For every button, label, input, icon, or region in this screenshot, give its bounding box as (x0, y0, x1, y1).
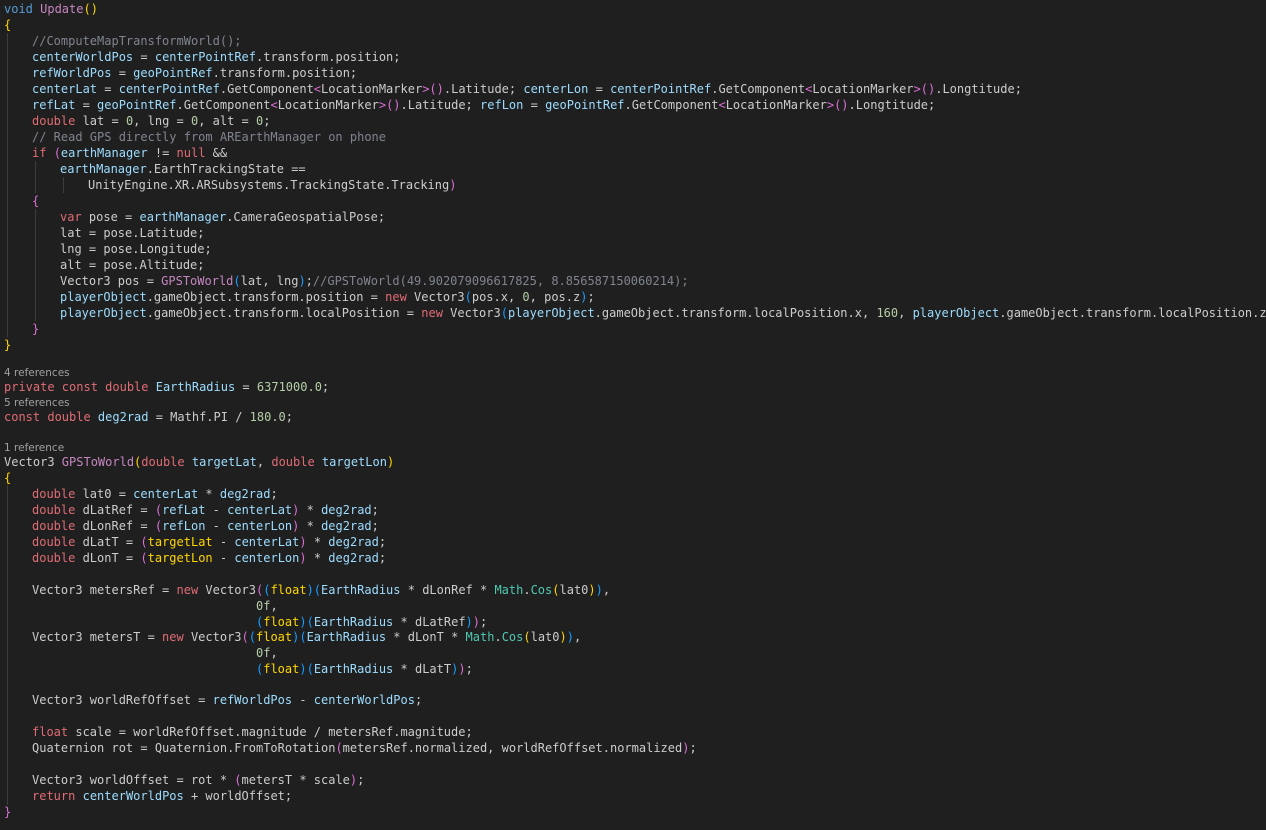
code-lens-references[interactable]: 1 reference (4, 442, 64, 454)
code-line[interactable]: double lat = 0, lng = 0, alt = 0; (4, 113, 270, 129)
code-line[interactable]: (float)(EarthRadius * dLatRef)); (4, 614, 487, 630)
code-line[interactable]: Vector3 metersT = new Vector3((float)(Ea… (4, 629, 581, 645)
code-line[interactable]: double dLatRef = (refLat - centerLat) * … (4, 502, 379, 518)
code-line[interactable]: playerObject.gameObject.transform.positi… (4, 289, 595, 305)
code-line[interactable]: centerLat = centerPointRef.GetComponent<… (4, 81, 1022, 97)
code-lens-references[interactable]: 5 references (4, 397, 70, 409)
code-line[interactable]: void Update() (4, 1, 98, 17)
code-line[interactable]: { (4, 193, 39, 209)
code-line[interactable]: earthManager.EarthTrackingState == (4, 161, 306, 177)
code-line[interactable]: { (4, 470, 11, 486)
code-line[interactable]: } (4, 337, 11, 353)
code-line[interactable]: playerObject.gameObject.transform.localP… (4, 305, 1266, 321)
code-line[interactable]: double dLonRef = (refLon - centerLon) * … (4, 518, 379, 534)
code-line[interactable]: lat = pose.Latitude; (4, 225, 205, 241)
code-line[interactable]: const double deg2rad = Mathf.PI / 180.0; (4, 409, 293, 425)
code-line[interactable]: (float)(EarthRadius * dLatT)); (4, 661, 473, 677)
code-line[interactable]: Vector3 pos = GPSToWorld(lat, lng);//GPS… (4, 273, 689, 289)
code-line[interactable]: // Read GPS directly from AREarthManager… (4, 129, 386, 145)
code-line[interactable]: centerWorldPos = centerPointRef.transfor… (4, 49, 401, 65)
code-line[interactable]: alt = pose.Altitude; (4, 257, 205, 273)
code-line[interactable]: double lat0 = centerLat * deg2rad; (4, 486, 278, 502)
code-line[interactable]: lng = pose.Longitude; (4, 241, 212, 257)
code-line[interactable]: return centerWorldPos + worldOffset; (4, 788, 292, 804)
code-line[interactable]: Vector3 worldOffset = rot * (metersT * s… (4, 772, 364, 788)
code-line[interactable]: 0f, (4, 598, 278, 614)
code-line[interactable]: Vector3 worldRefOffset = refWorldPos - c… (4, 692, 422, 708)
code-line[interactable]: refWorldPos = geoPointRef.transform.posi… (4, 65, 357, 81)
code-line[interactable]: 0f, (4, 645, 278, 661)
code-line[interactable]: double dLatT = (targetLat - centerLat) *… (4, 534, 386, 550)
code-line[interactable]: //ComputeMapTransformWorld(); (4, 33, 242, 49)
code-editor[interactable]: void Update() { //ComputeMapTransformWor… (0, 0, 1266, 830)
code-line[interactable]: Vector3 GPSToWorld(double targetLat, dou… (4, 454, 394, 470)
code-line[interactable]: } (4, 321, 39, 337)
code-lens-references[interactable]: 4 references (4, 367, 70, 379)
code-line[interactable]: Quaternion rot = Quaternion.FromToRotati… (4, 740, 697, 756)
code-line[interactable]: { (4, 17, 11, 33)
code-line[interactable]: } (4, 804, 11, 820)
code-line[interactable]: UnityEngine.XR.ARSubsystems.TrackingStat… (4, 177, 456, 193)
code-line[interactable]: private const double EarthRadius = 63710… (4, 379, 329, 395)
code-line[interactable]: float scale = worldRefOffset.magnitude /… (4, 724, 473, 740)
code-line[interactable]: refLat = geoPointRef.GetComponent<Locati… (4, 97, 935, 113)
code-line[interactable]: if (earthManager != null && (4, 145, 227, 161)
code-line[interactable]: double dLonT = (targetLon - centerLon) *… (4, 550, 386, 566)
code-line[interactable]: var pose = earthManager.CameraGeospatial… (4, 209, 385, 225)
code-line[interactable]: Vector3 metersRef = new Vector3((float)(… (4, 582, 610, 598)
